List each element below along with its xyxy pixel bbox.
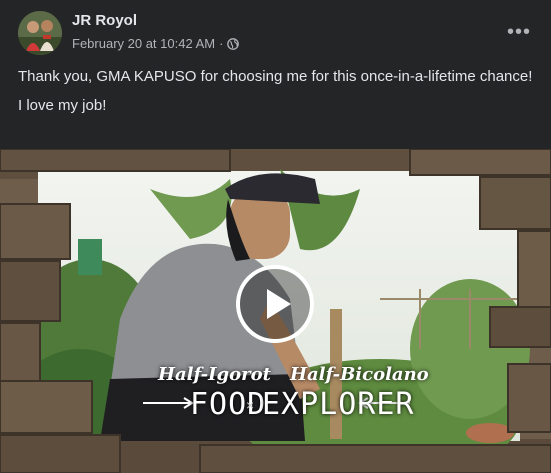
post-meta: February 20 at 10:42 AM ·	[72, 36, 240, 51]
globe-icon	[227, 37, 240, 50]
post-text-line: Thank you, GMA KAPUSO for choosing me fo…	[18, 68, 533, 85]
post-header: JR Royol February 20 at 10:42 AM · •••	[0, 0, 551, 62]
post-text-line: I love my job!	[18, 97, 107, 114]
meta-separator: ·	[219, 36, 224, 51]
avatar[interactable]	[18, 11, 62, 55]
video-caption-left: Half-Igorot	[158, 364, 271, 385]
video-caption-right: Half-Bicolano	[290, 364, 429, 385]
post-text: Thank you, GMA KAPUSO for choosing me fo…	[18, 66, 538, 124]
video-title-cross: ×	[246, 397, 255, 413]
play-button[interactable]	[236, 265, 314, 343]
post-timestamp[interactable]: February 20 at 10:42 AM	[72, 36, 215, 51]
play-icon	[267, 289, 291, 319]
video-title-food: FOOD	[190, 387, 267, 422]
more-options-button[interactable]: •••	[505, 18, 533, 46]
avatar-image	[18, 11, 62, 55]
author-name[interactable]: JR Royol	[72, 12, 137, 29]
video-title-explorer: EXPLORER	[262, 387, 415, 422]
video-thumbnail[interactable]: Half-Igorot Half-Bicolano FOOD × EXPLORE…	[0, 149, 551, 473]
